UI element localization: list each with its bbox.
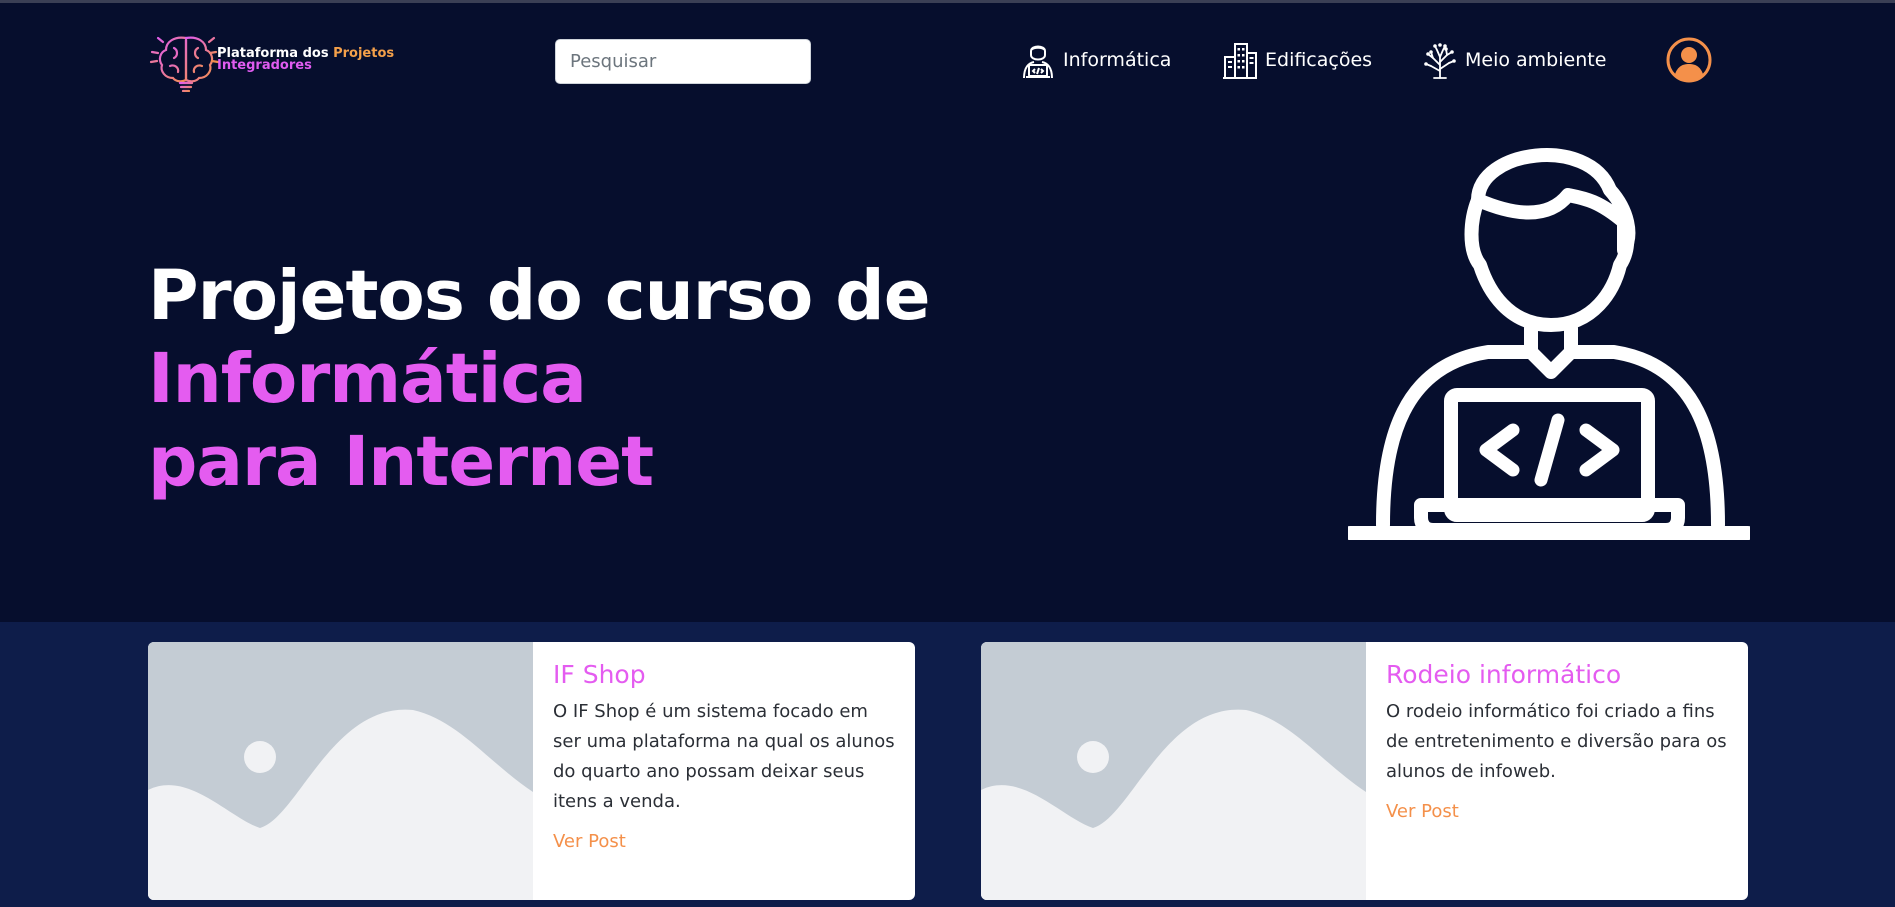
logo-line1-orange: Projetos: [333, 46, 395, 61]
nav-informatica[interactable]: Informática: [1020, 40, 1171, 80]
card-body: Rodeio informático O rodeio informático …: [1366, 642, 1748, 900]
nav-label: Meio ambiente: [1465, 49, 1607, 71]
ver-post-link[interactable]: Ver Post: [553, 831, 626, 852]
project-card: Rodeio informático O rodeio informático …: [981, 642, 1748, 900]
top-border: [0, 0, 1895, 3]
logo-text[interactable]: Plataforma dos Projetos Integradores: [217, 46, 395, 73]
project-card: IF Shop O IF Shop é um sistema focado em…: [148, 642, 915, 900]
hero-title: Projetos do curso de Informática para Int…: [148, 255, 1248, 504]
card-body: IF Shop O IF Shop é um sistema focado em…: [533, 642, 915, 900]
developer-icon: [1023, 45, 1053, 79]
nav-label: Informática: [1063, 49, 1172, 71]
buildings-icon: [1223, 43, 1257, 79]
image-placeholder-icon: [148, 642, 533, 900]
logo-line2: Integradores: [217, 58, 312, 73]
nav-label: Edificações: [1265, 49, 1373, 71]
nav-meio-ambiente[interactable]: Meio ambiente: [1422, 40, 1606, 80]
nav-edificacoes[interactable]: Edificações: [1222, 40, 1372, 80]
tree-icon: [1424, 43, 1456, 79]
hero-title-accent-2: para Internet: [148, 422, 654, 502]
hero-title-accent: Informática: [148, 339, 587, 419]
user-circle-icon[interactable]: [1666, 37, 1712, 83]
card-text: O rodeio informático foi criado a fins d…: [1386, 701, 1727, 782]
developer-laptop-icon: [1348, 148, 1750, 540]
ver-post-link[interactable]: Ver Post: [1386, 801, 1459, 822]
search-input[interactable]: [555, 39, 811, 84]
image-placeholder-icon: [981, 642, 1366, 900]
card-title[interactable]: Rodeio informático: [1386, 660, 1728, 689]
card-title[interactable]: IF Shop: [553, 660, 895, 689]
hero-title-white: Projetos do curso de: [148, 256, 930, 336]
card-text: O IF Shop é um sistema focado em ser uma…: [553, 701, 895, 812]
